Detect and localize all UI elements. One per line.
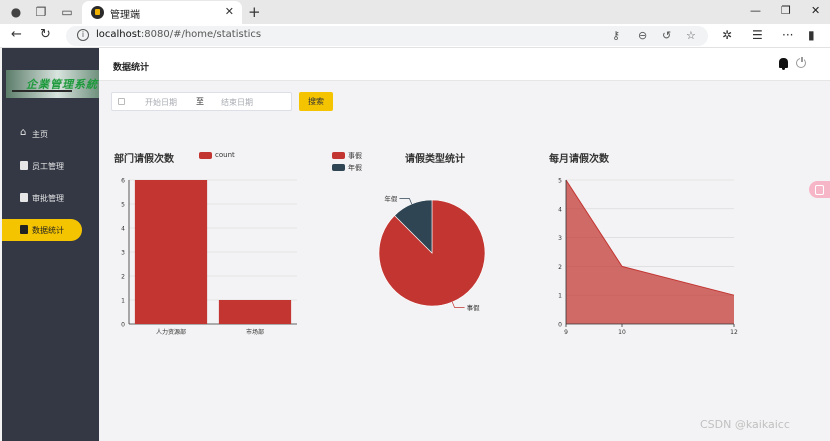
x-tick-label: 市场部 xyxy=(246,328,264,336)
date-separator: 至 xyxy=(196,97,204,106)
x-tick-label: 人力资源部 xyxy=(156,328,186,336)
pie-chart: 事假 年假 xyxy=(378,194,486,312)
chart-title-monthly: 每月请假次数 xyxy=(549,154,609,165)
restore-icon[interactable]: ❐ xyxy=(781,4,791,17)
y-tick-label: 4 xyxy=(558,206,562,213)
clipboard-icon xyxy=(20,193,28,202)
y-tick-label: 5 xyxy=(121,202,125,209)
url-field[interactable]: i localhost:8080/#/home/statistics ⚷ ⊖ ↺… xyxy=(66,26,708,46)
sidebar-toggle-icon[interactable]: ▮ xyxy=(808,28,815,42)
close-tab-icon[interactable]: ✕ xyxy=(225,5,234,18)
legend-label-count: count xyxy=(215,151,235,159)
bar-chart: 0 1 2 3 4 5 6 人力资源部 市场部 xyxy=(121,178,297,336)
search-button[interactable]: 搜索 xyxy=(299,92,333,111)
logo-underline xyxy=(12,90,72,92)
profile-icon[interactable]: ● xyxy=(8,4,24,20)
y-tick-label: 2 xyxy=(121,274,125,281)
info-icon[interactable]: i xyxy=(77,29,89,41)
main-content: 数据统计 开始日期 至 结束日期 搜索 部门请假次数 count 0123456… xyxy=(99,48,830,441)
back-icon[interactable]: ← xyxy=(11,27,22,42)
y-tick-label: 3 xyxy=(121,250,125,257)
start-date-input[interactable]: 开始日期 xyxy=(145,97,177,108)
sidebar-item-employees[interactable]: 员工管理 xyxy=(2,155,99,177)
y-tick-label: 2 xyxy=(558,264,562,271)
clipboard-icon xyxy=(20,225,28,234)
sidebar-item-label: 数据统计 xyxy=(32,226,64,235)
collections-icon[interactable]: ❐ xyxy=(33,4,49,20)
favorite-star-icon[interactable]: ☆ xyxy=(686,29,696,42)
x-tick-label: 9 xyxy=(564,329,568,336)
y-tick-label: 4 xyxy=(121,226,125,233)
page-title: 数据统计 xyxy=(113,63,150,73)
sidebar: 企業管理系統 ⌂ 主页 员工管理 审批管理 数据统计 xyxy=(2,48,100,441)
sidebar-item-approvals[interactable]: 审批管理 xyxy=(2,187,99,209)
refresh-icon[interactable]: ↻ xyxy=(40,27,51,42)
date-range-picker[interactable]: 开始日期 至 结束日期 xyxy=(111,92,292,111)
legend-label-shijia: 事假 xyxy=(348,152,362,160)
browser-tab-bar: ● ❐ ▭ 管理端 ✕ + — ❐ ✕ xyxy=(0,0,830,24)
url-text: localhost:8080/#/home/statistics xyxy=(96,29,262,40)
bell-icon[interactable] xyxy=(779,58,788,70)
y-tick-label: 0 xyxy=(558,322,562,329)
area-chart: 0123459 10 12 xyxy=(558,178,738,337)
favicon-icon xyxy=(91,6,104,19)
y-tick-label: 5 xyxy=(558,178,562,185)
y-tick-label: 1 xyxy=(121,298,125,305)
sidebar-item-label: 员工管理 xyxy=(32,162,64,171)
x-tick-label: 12 xyxy=(730,329,738,336)
sync-icon[interactable]: ↺ xyxy=(662,29,671,42)
pie-label-line xyxy=(399,198,413,205)
home-icon: ⌂ xyxy=(20,127,27,138)
y-tick-label: 0 xyxy=(121,322,125,329)
tab-title: 管理端 xyxy=(110,10,140,21)
end-date-input[interactable]: 结束日期 xyxy=(221,97,253,108)
minimize-icon[interactable]: — xyxy=(750,4,761,17)
sidebar-item-label: 主页 xyxy=(32,130,48,139)
bar xyxy=(134,180,208,324)
pie-label: 年假 xyxy=(384,194,398,203)
y-tick-label: 1 xyxy=(558,293,562,300)
zoom-icon[interactable]: ⊖ xyxy=(638,29,647,42)
tab-actions-icon[interactable]: ▭ xyxy=(59,4,75,20)
sidebar-item-home[interactable]: ⌂ 主页 xyxy=(2,123,99,145)
key-icon[interactable]: ⚷ xyxy=(612,29,620,42)
legend-label-nianjia: 年假 xyxy=(348,164,362,172)
calendar-icon xyxy=(118,98,125,105)
translate-float-button[interactable] xyxy=(809,181,830,198)
power-icon[interactable] xyxy=(796,57,806,68)
area-fill xyxy=(566,180,734,324)
address-bar: ← ↻ i localhost:8080/#/home/statistics ⚷… xyxy=(0,24,830,48)
close-window-icon[interactable]: ✕ xyxy=(811,4,820,17)
y-tick-label: 6 xyxy=(121,178,125,185)
chart-title-leave-type: 请假类型统计 xyxy=(405,154,465,165)
legend-swatch-shijia[interactable] xyxy=(332,152,345,159)
clipboard-icon xyxy=(20,161,28,170)
chart-title-department: 部门请假次数 xyxy=(114,154,174,165)
sidebar-item-statistics[interactable]: 数据统计 xyxy=(2,219,82,241)
logo: 企業管理系統 xyxy=(6,70,100,98)
bar xyxy=(218,300,292,324)
sidebar-item-label: 审批管理 xyxy=(32,194,64,203)
pie-label: 事假 xyxy=(467,303,481,312)
favorites-icon[interactable]: ☰ xyxy=(752,28,763,42)
pie-label-line xyxy=(451,301,465,308)
x-tick-label: 10 xyxy=(618,329,626,336)
extensions-icon[interactable]: ✲ xyxy=(722,28,732,42)
new-tab-icon[interactable]: + xyxy=(248,3,261,21)
more-icon[interactable]: ··· xyxy=(782,28,793,42)
legend-swatch-count[interactable] xyxy=(199,152,212,159)
y-tick-label: 3 xyxy=(558,235,562,242)
legend-swatch-nianjia[interactable] xyxy=(332,164,345,171)
watermark: CSDN @kaikaicc xyxy=(700,418,790,431)
browser-tab-active[interactable]: 管理端 ✕ xyxy=(82,1,242,24)
page-header: 数据统计 xyxy=(99,48,830,81)
